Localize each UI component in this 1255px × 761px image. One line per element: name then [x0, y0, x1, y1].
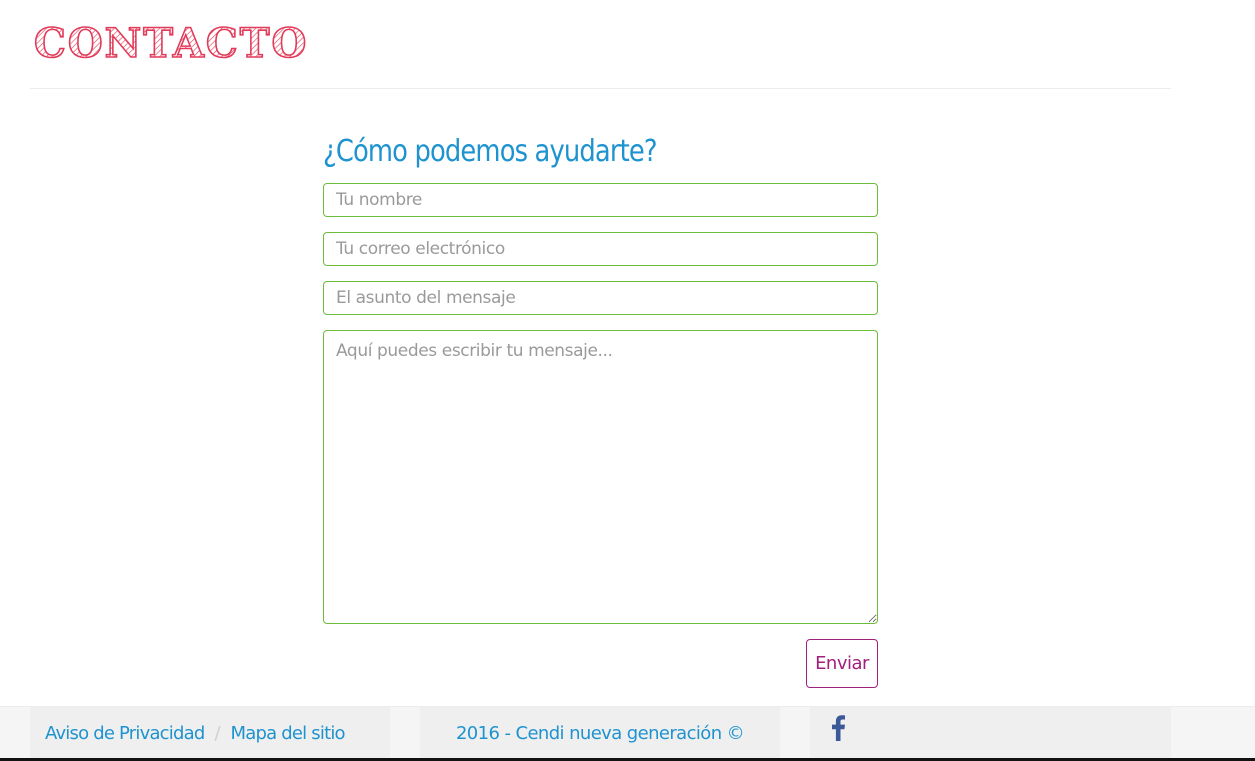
- contact-form: ¿Cómo podemos ayudarte? Enviar: [323, 128, 878, 689]
- footer-copyright: 2016 - Cendi nueva generación ©: [420, 707, 780, 759]
- submit-button[interactable]: Enviar: [806, 639, 878, 688]
- privacy-notice-link[interactable]: Aviso de Privacidad: [45, 723, 205, 744]
- email-field[interactable]: [323, 232, 878, 266]
- copyright-text: 2016 - Cendi nueva generación ©: [455, 722, 745, 744]
- logo-text: CONTACTO: [34, 20, 308, 67]
- facebook-icon: [830, 715, 846, 741]
- facebook-link[interactable]: [830, 715, 846, 745]
- message-field[interactable]: [323, 330, 878, 624]
- contacto-logo: CONTACTO: [32, 14, 322, 68]
- page-footer: Aviso de Privacidad / Mapa del sitio 201…: [0, 706, 1255, 761]
- breadcrumb-separator: /: [214, 722, 221, 744]
- page-header: CONTACTO: [30, 0, 1171, 89]
- footer-social: [810, 707, 1171, 759]
- name-field[interactable]: [323, 183, 878, 217]
- sitemap-link[interactable]: Mapa del sitio: [231, 723, 346, 744]
- subject-field[interactable]: [323, 281, 878, 315]
- submit-row: Enviar: [323, 639, 878, 689]
- footer-breadcrumb: Aviso de Privacidad / Mapa del sitio: [30, 707, 390, 759]
- form-title: ¿Cómo podemos ayudarte?: [323, 134, 658, 169]
